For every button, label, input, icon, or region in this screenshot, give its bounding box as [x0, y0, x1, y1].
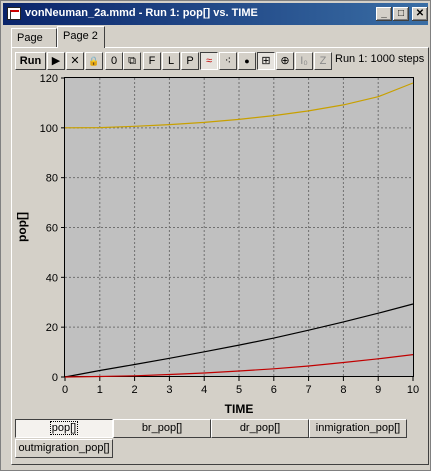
x-tick-label: 1	[97, 384, 103, 396]
x-tick-label: 7	[306, 384, 312, 396]
ic-button[interactable]: I₀	[295, 52, 313, 70]
p-button[interactable]: P	[181, 52, 199, 70]
var-tab-label: inmigration_pop[]	[315, 422, 401, 434]
lock-icon[interactable]: 🔒	[85, 52, 103, 70]
play-icon[interactable]: ▶	[47, 52, 65, 70]
x-tick-label: 9	[375, 384, 381, 396]
var-tab-inmigration-pop[interactable]: inmigration_pop[]	[309, 419, 407, 438]
x-axis-label: TIME	[225, 402, 254, 416]
y-tick-label: 100	[40, 123, 58, 135]
app-icon	[7, 7, 21, 20]
x-tick-label: 6	[271, 384, 277, 396]
x-tick-label: 5	[236, 384, 242, 396]
z-button[interactable]: Z	[314, 52, 332, 70]
x-tick-label: 0	[62, 384, 68, 396]
run-button[interactable]: Run	[15, 52, 46, 70]
var-tab-label: outmigration_pop[]	[18, 442, 110, 454]
stop-icon[interactable]: ✕	[66, 52, 84, 70]
x-ticks: 0 1 2 3 4 5 6 7 8 9 10	[62, 377, 419, 396]
run-info: Run 1: 1000 steps	[335, 53, 425, 65]
x-tick-label: 4	[201, 384, 207, 396]
y-tick-label: 20	[46, 322, 58, 334]
l-button[interactable]: L	[162, 52, 180, 70]
var-tab-label: pop[]	[49, 421, 79, 435]
x-tick-label: 8	[340, 384, 346, 396]
y-tick-label: 60	[46, 223, 58, 235]
scatter-icon[interactable]: ⁖	[219, 52, 237, 70]
y-axis-label: pop[]	[15, 212, 29, 242]
f-button[interactable]: F	[143, 52, 161, 70]
tab-page-2[interactable]: Page 2	[57, 26, 105, 48]
curve-icon[interactable]: ≈	[200, 52, 218, 70]
x-tick-label: 2	[132, 384, 138, 396]
zero-button[interactable]: 0	[105, 52, 123, 70]
y-tick-label: 80	[46, 173, 58, 185]
y-ticks: 0 20 40 60 80 100 120	[40, 73, 65, 384]
y-tick-label: 120	[40, 73, 58, 85]
var-tab-dr-pop[interactable]: dr_pop[]	[211, 419, 309, 438]
window-title: vonNeuman_2a.mmd - Run 1: pop[] vs. TIME	[25, 7, 258, 19]
target-icon[interactable]: ⊕	[276, 52, 294, 70]
copy-icon[interactable]: ⧉	[123, 52, 141, 70]
var-tab-label: br_pop[]	[141, 422, 183, 434]
title-bar[interactable]: vonNeuman_2a.mmd - Run 1: pop[] vs. TIME…	[3, 3, 428, 25]
x-tick-label: 3	[166, 384, 172, 396]
grid-icon[interactable]: ⊞	[257, 52, 275, 70]
var-tab-outmigration-pop[interactable]: outmigration_pop[]	[15, 439, 113, 458]
var-tab-label: dr_pop[]	[239, 422, 281, 434]
chart: 0 1 2 3 4 5 6 7 8 9 10 0 20 40 60 80 100 120 TIME pop[]	[15, 73, 419, 416]
y-tick-label: 40	[46, 272, 58, 284]
var-tab-br-pop[interactable]: br_pop[]	[113, 419, 211, 438]
tab-page-1[interactable]: Page 1	[11, 28, 57, 63]
y-tick-label: 0	[52, 372, 58, 384]
maximize-button[interactable]: □	[393, 7, 409, 21]
close-button[interactable]: ✕	[412, 7, 428, 21]
app-window: vonNeuman_2a.mmd - Run 1: pop[] vs. TIME…	[0, 0, 431, 471]
dot-icon[interactable]: ●	[238, 52, 256, 70]
x-tick-label: 10	[407, 384, 419, 396]
var-tab-pop[interactable]: pop[]	[15, 419, 113, 438]
minimize-button[interactable]: _	[376, 7, 392, 21]
